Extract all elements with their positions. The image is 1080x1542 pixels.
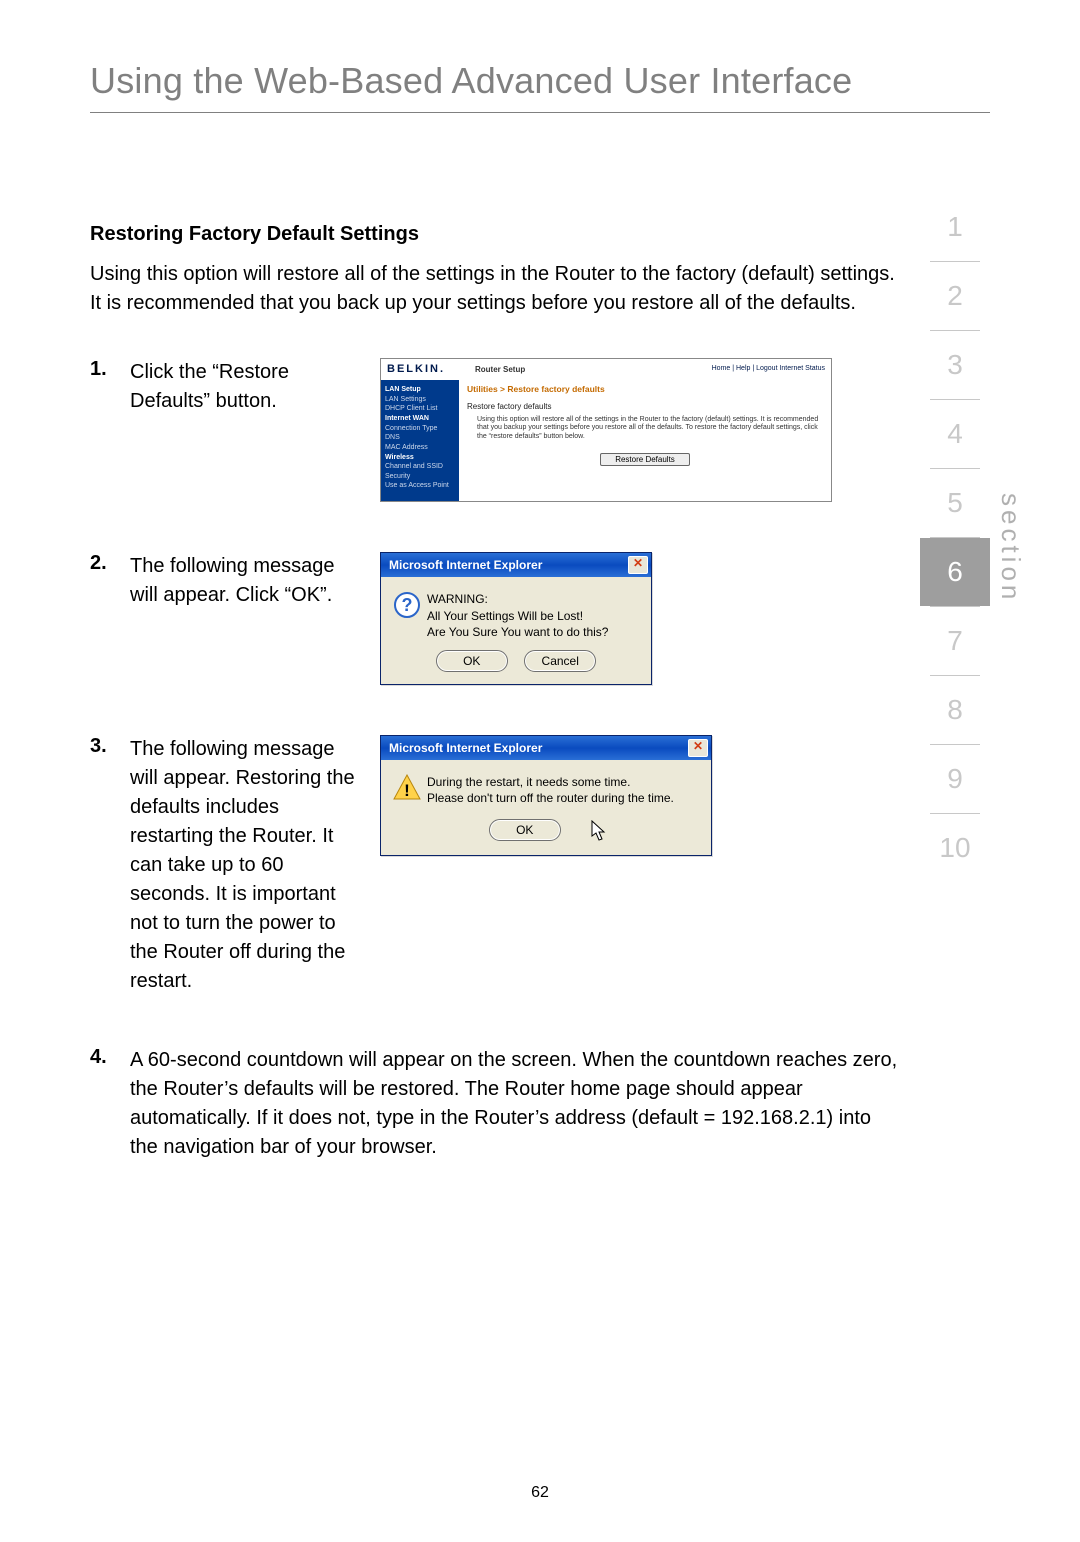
warning-icon: ! xyxy=(393,774,427,806)
step-1-text: Click the “Restore Defaults” button. xyxy=(130,358,380,416)
step-4: A 60-second countdown will appear on the… xyxy=(90,1046,900,1162)
router-desc-title: Restore factory defaults xyxy=(467,402,823,412)
section-tab-10[interactable]: 10 xyxy=(920,814,990,882)
section-tab-6[interactable]: 6 xyxy=(920,538,990,606)
dialog-line: During the restart, it needs some time. xyxy=(427,774,699,790)
section-heading: Restoring Factory Default Settings xyxy=(90,223,900,246)
router-brand: BELKIN. xyxy=(387,363,445,376)
ok-button[interactable]: OK xyxy=(489,819,561,841)
cancel-button[interactable]: Cancel xyxy=(524,650,596,672)
router-top-links: Home | Help | Logout Internet Status xyxy=(712,365,825,373)
router-ui-screenshot: BELKIN. Router Setup Home | Help | Logou… xyxy=(380,358,832,502)
sidebar-item: Channel and SSID xyxy=(385,463,455,471)
section-tab-7[interactable]: 7 xyxy=(920,607,990,675)
step-4-text: A 60-second countdown will appear on the… xyxy=(130,1046,900,1162)
section-tab-8[interactable]: 8 xyxy=(920,676,990,744)
dialog-line: Are You Sure You want to do this? xyxy=(427,624,639,640)
router-desc: Using this option will restore all of th… xyxy=(467,416,823,441)
step-2: The following message will appear. Click… xyxy=(90,552,900,685)
restore-defaults-button[interactable]: Restore Defaults xyxy=(600,453,690,466)
section-tab-3[interactable]: 3 xyxy=(920,331,990,399)
section-tab-1[interactable]: 1 xyxy=(920,193,990,261)
section-tab-5[interactable]: 5 xyxy=(920,469,990,537)
dialog-line: WARNING: xyxy=(427,591,639,607)
restart-dialog: Microsoft Internet Explorer ✕ ! xyxy=(380,735,712,856)
ok-button[interactable]: OK xyxy=(436,650,508,672)
close-icon[interactable]: ✕ xyxy=(628,556,648,574)
step-3: The following message will appear. Resto… xyxy=(90,735,900,996)
sidebar-item: Security xyxy=(385,473,455,481)
warning-dialog: Microsoft Internet Explorer ✕ ? xyxy=(380,552,652,685)
sidebar-item: Use as Access Point xyxy=(385,482,455,490)
router-subtitle: Router Setup xyxy=(445,365,712,375)
chapter-rule xyxy=(90,112,990,113)
section-tab-4[interactable]: 4 xyxy=(920,400,990,468)
svg-text:?: ? xyxy=(402,595,413,615)
step-1: Click the “Restore Defaults” button. BEL… xyxy=(90,358,900,502)
intro-paragraph: Using this option will restore all of th… xyxy=(90,260,900,318)
router-breadcrumb: Utilities > Restore factory defaults xyxy=(467,384,823,394)
section-nav: section 12345678910 xyxy=(920,193,990,882)
sidebar-item: Connection Type xyxy=(385,425,455,433)
sidebar-item: DNS xyxy=(385,434,455,442)
sidebar-cat-wireless: Wireless xyxy=(385,454,455,462)
dialog-title: Microsoft Internet Explorer xyxy=(389,558,542,572)
sidebar-item: MAC Address xyxy=(385,444,455,452)
svg-text:!: ! xyxy=(404,781,410,800)
step-3-text: The following message will appear. Resto… xyxy=(130,735,380,996)
router-sidebar: LAN Setup LAN Settings DHCP Client List … xyxy=(381,380,459,501)
close-icon[interactable]: ✕ xyxy=(688,739,708,757)
dialog-line: Please don't turn off the router during … xyxy=(427,790,699,806)
question-icon: ? xyxy=(393,591,427,640)
section-tab-9[interactable]: 9 xyxy=(920,745,990,813)
step-2-text: The following message will appear. Click… xyxy=(130,552,380,610)
chapter-title: Using the Web-Based Advanced User Interf… xyxy=(90,60,990,102)
sidebar-item: LAN Settings xyxy=(385,396,455,404)
sidebar-item: DHCP Client List xyxy=(385,405,455,413)
page-number: 62 xyxy=(0,1484,1080,1502)
section-label: section xyxy=(995,493,1026,603)
section-tab-2[interactable]: 2 xyxy=(920,262,990,330)
sidebar-cat-lan: LAN Setup xyxy=(385,386,455,394)
cursor-icon xyxy=(591,820,609,847)
dialog-line: All Your Settings Will be Lost! xyxy=(427,608,639,624)
sidebar-cat-wan: Internet WAN xyxy=(385,415,455,423)
dialog-title: Microsoft Internet Explorer xyxy=(389,741,542,755)
